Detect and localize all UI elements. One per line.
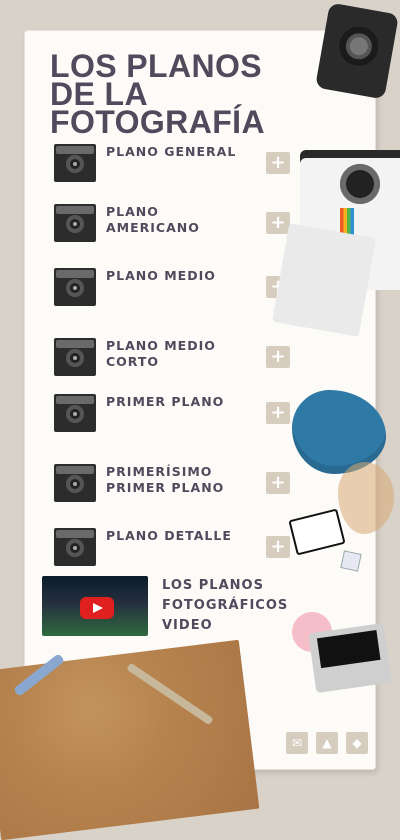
list-item-label: PLANO DETALLE xyxy=(106,528,232,543)
list-item-plano-medio[interactable]: PLANO MEDIO + xyxy=(50,268,290,316)
camera-thumbnail-icon xyxy=(54,394,96,432)
list-item-label: PRIMER PLANO xyxy=(106,394,225,409)
tan-paint-blob-icon xyxy=(338,462,394,534)
list-item-label: PRIMERÍSIMO PRIMER PLANO xyxy=(106,464,225,495)
laptop-decoration-icon xyxy=(308,623,392,693)
plus-button[interactable]: + xyxy=(266,346,290,368)
plus-button[interactable]: + xyxy=(266,472,290,494)
list-item-plano-general[interactable]: PLANO GENERAL + xyxy=(50,144,290,192)
share-icons: ✉ ▲ ◆ xyxy=(286,732,368,754)
list-item-plano-medio-corto[interactable]: PLANO MEDIO CORTO + xyxy=(50,338,290,386)
drive-icon[interactable]: ▲ xyxy=(316,732,338,754)
camera-lens-icon xyxy=(340,164,380,204)
plus-button[interactable]: + xyxy=(266,536,290,558)
plus-button[interactable]: + xyxy=(266,402,290,424)
camera-thumbnail-icon xyxy=(54,338,96,376)
page-title: LOS PLANOS DE LA FOTOGRAFÍA xyxy=(50,48,265,140)
list-item-label: PLANO AMERICANO xyxy=(106,204,200,235)
list-item-label: PLANO MEDIO CORTO xyxy=(106,338,216,369)
plus-button[interactable]: + xyxy=(266,152,290,174)
small-photo-icon xyxy=(340,550,362,572)
video-link-label[interactable]: LOS PLANOS FOTOGRÁFICOS VIDEO xyxy=(162,576,302,636)
plus-button[interactable]: + xyxy=(266,212,290,234)
list-item-primerisimo-primer-plano[interactable]: PRIMERÍSIMO PRIMER PLANO + xyxy=(50,464,290,512)
camera-thumbnail-icon xyxy=(54,144,96,182)
camera-decoration-icon xyxy=(315,2,399,100)
list-item-label: PLANO GENERAL xyxy=(106,144,237,159)
list-item-plano-americano[interactable]: PLANO AMERICANO + xyxy=(50,204,290,252)
list-item-plano-detalle[interactable]: PLANO DETALLE + xyxy=(50,528,290,576)
camera-thumbnail-icon xyxy=(54,528,96,566)
photo-stack-decoration-icon xyxy=(271,223,377,337)
list-item-label: PLANO MEDIO xyxy=(106,268,216,283)
dropbox-icon[interactable]: ◆ xyxy=(346,732,368,754)
video-thumbnail[interactable] xyxy=(42,576,148,636)
camera-thumbnail-icon xyxy=(54,464,96,502)
camera-thumbnail-icon xyxy=(54,204,96,242)
youtube-play-icon[interactable] xyxy=(80,597,114,619)
camera-thumbnail-icon xyxy=(54,268,96,306)
list-item-primer-plano[interactable]: PRIMER PLANO + xyxy=(50,394,290,442)
email-icon[interactable]: ✉ xyxy=(286,732,308,754)
